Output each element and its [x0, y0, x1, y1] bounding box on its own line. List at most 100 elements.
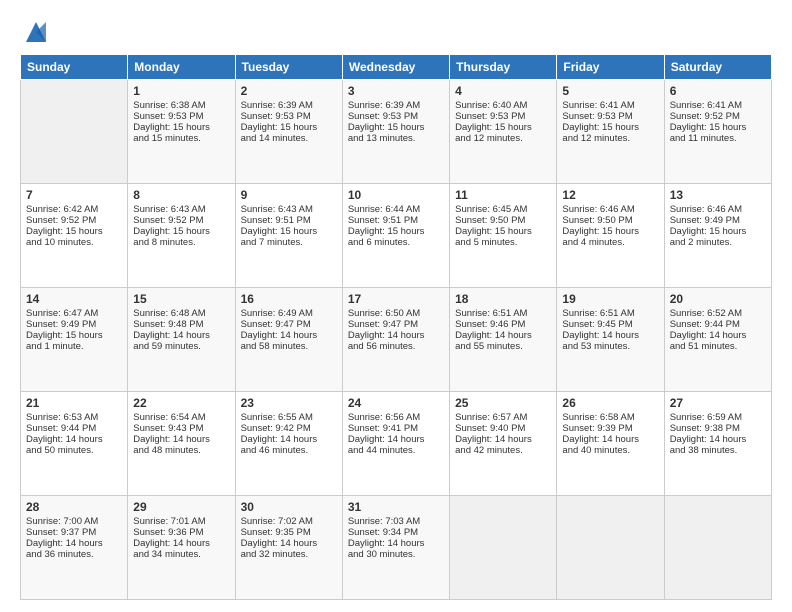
day-info: Sunrise: 6:47 AM	[26, 308, 122, 319]
day-info: Sunset: 9:51 PM	[348, 215, 444, 226]
day-info: and 15 minutes.	[133, 133, 229, 144]
day-cell: 30Sunrise: 7:02 AMSunset: 9:35 PMDayligh…	[235, 496, 342, 600]
day-info: Sunrise: 6:49 AM	[241, 308, 337, 319]
day-cell: 12Sunrise: 6:46 AMSunset: 9:50 PMDayligh…	[557, 184, 664, 288]
calendar-table: SundayMondayTuesdayWednesdayThursdayFrid…	[20, 54, 772, 600]
day-info: Sunset: 9:38 PM	[670, 423, 766, 434]
day-cell: 2Sunrise: 6:39 AMSunset: 9:53 PMDaylight…	[235, 80, 342, 184]
day-info: and 40 minutes.	[562, 445, 658, 456]
day-info: Sunrise: 6:52 AM	[670, 308, 766, 319]
day-info: and 30 minutes.	[348, 549, 444, 560]
day-number: 28	[26, 500, 122, 514]
day-number: 21	[26, 396, 122, 410]
logo	[20, 18, 50, 46]
day-info: Sunset: 9:53 PM	[348, 111, 444, 122]
day-info: Daylight: 15 hours	[241, 226, 337, 237]
day-info: Sunset: 9:39 PM	[562, 423, 658, 434]
day-number: 27	[670, 396, 766, 410]
day-number: 5	[562, 84, 658, 98]
day-info: Daylight: 14 hours	[26, 434, 122, 445]
day-info: Sunrise: 6:44 AM	[348, 204, 444, 215]
day-info: and 12 minutes.	[455, 133, 551, 144]
day-info: Sunset: 9:47 PM	[241, 319, 337, 330]
logo-icon	[22, 18, 50, 46]
day-number: 30	[241, 500, 337, 514]
day-info: Sunrise: 7:02 AM	[241, 516, 337, 527]
day-info: and 36 minutes.	[26, 549, 122, 560]
week-row-3: 14Sunrise: 6:47 AMSunset: 9:49 PMDayligh…	[21, 288, 772, 392]
day-cell	[450, 496, 557, 600]
day-info: Sunset: 9:53 PM	[241, 111, 337, 122]
day-cell: 10Sunrise: 6:44 AMSunset: 9:51 PMDayligh…	[342, 184, 449, 288]
day-cell	[557, 496, 664, 600]
day-info: Sunrise: 6:51 AM	[455, 308, 551, 319]
day-number: 20	[670, 292, 766, 306]
day-info: and 7 minutes.	[241, 237, 337, 248]
day-info: Sunset: 9:53 PM	[455, 111, 551, 122]
day-info: Daylight: 14 hours	[241, 330, 337, 341]
day-info: and 34 minutes.	[133, 549, 229, 560]
day-info: Daylight: 14 hours	[348, 330, 444, 341]
day-info: Sunrise: 6:42 AM	[26, 204, 122, 215]
day-info: Sunset: 9:49 PM	[670, 215, 766, 226]
day-info: Daylight: 15 hours	[26, 226, 122, 237]
day-info: Sunrise: 6:39 AM	[241, 100, 337, 111]
day-info: Daylight: 14 hours	[562, 434, 658, 445]
header-row: SundayMondayTuesdayWednesdayThursdayFrid…	[21, 55, 772, 80]
day-info: Sunset: 9:48 PM	[133, 319, 229, 330]
day-cell: 11Sunrise: 6:45 AMSunset: 9:50 PMDayligh…	[450, 184, 557, 288]
day-cell: 17Sunrise: 6:50 AMSunset: 9:47 PMDayligh…	[342, 288, 449, 392]
day-info: Sunset: 9:43 PM	[133, 423, 229, 434]
day-number: 8	[133, 188, 229, 202]
day-cell: 9Sunrise: 6:43 AMSunset: 9:51 PMDaylight…	[235, 184, 342, 288]
day-info: Sunset: 9:52 PM	[670, 111, 766, 122]
day-info: and 5 minutes.	[455, 237, 551, 248]
day-cell	[21, 80, 128, 184]
day-info: Sunset: 9:47 PM	[348, 319, 444, 330]
day-info: Daylight: 14 hours	[241, 434, 337, 445]
day-cell: 18Sunrise: 6:51 AMSunset: 9:46 PMDayligh…	[450, 288, 557, 392]
header-cell-monday: Monday	[128, 55, 235, 80]
day-info: Daylight: 15 hours	[670, 122, 766, 133]
day-info: and 58 minutes.	[241, 341, 337, 352]
day-cell: 24Sunrise: 6:56 AMSunset: 9:41 PMDayligh…	[342, 392, 449, 496]
day-info: Daylight: 15 hours	[455, 226, 551, 237]
day-info: Sunrise: 6:43 AM	[133, 204, 229, 215]
header-cell-sunday: Sunday	[21, 55, 128, 80]
day-info: Sunset: 9:37 PM	[26, 527, 122, 538]
day-cell: 25Sunrise: 6:57 AMSunset: 9:40 PMDayligh…	[450, 392, 557, 496]
day-number: 7	[26, 188, 122, 202]
day-cell: 6Sunrise: 6:41 AMSunset: 9:52 PMDaylight…	[664, 80, 771, 184]
day-info: Sunset: 9:40 PM	[455, 423, 551, 434]
day-info: Daylight: 14 hours	[133, 434, 229, 445]
day-info: Daylight: 15 hours	[562, 122, 658, 133]
day-info: Daylight: 14 hours	[670, 330, 766, 341]
day-info: and 38 minutes.	[670, 445, 766, 456]
day-cell: 13Sunrise: 6:46 AMSunset: 9:49 PMDayligh…	[664, 184, 771, 288]
day-cell: 27Sunrise: 6:59 AMSunset: 9:38 PMDayligh…	[664, 392, 771, 496]
day-info: Sunrise: 6:48 AM	[133, 308, 229, 319]
header-cell-thursday: Thursday	[450, 55, 557, 80]
day-info: Sunrise: 6:58 AM	[562, 412, 658, 423]
day-info: Sunrise: 6:46 AM	[670, 204, 766, 215]
day-number: 15	[133, 292, 229, 306]
day-info: Daylight: 14 hours	[562, 330, 658, 341]
day-info: Daylight: 15 hours	[348, 122, 444, 133]
day-info: and 2 minutes.	[670, 237, 766, 248]
day-info: Daylight: 15 hours	[241, 122, 337, 133]
day-number: 10	[348, 188, 444, 202]
day-info: and 44 minutes.	[348, 445, 444, 456]
day-info: Daylight: 14 hours	[26, 538, 122, 549]
day-info: and 51 minutes.	[670, 341, 766, 352]
day-info: Sunrise: 7:01 AM	[133, 516, 229, 527]
day-info: Sunset: 9:46 PM	[455, 319, 551, 330]
day-info: Daylight: 15 hours	[133, 226, 229, 237]
day-info: Sunrise: 6:45 AM	[455, 204, 551, 215]
day-number: 19	[562, 292, 658, 306]
week-row-2: 7Sunrise: 6:42 AMSunset: 9:52 PMDaylight…	[21, 184, 772, 288]
day-number: 18	[455, 292, 551, 306]
day-info: and 4 minutes.	[562, 237, 658, 248]
day-number: 3	[348, 84, 444, 98]
day-cell: 16Sunrise: 6:49 AMSunset: 9:47 PMDayligh…	[235, 288, 342, 392]
day-info: Sunrise: 7:03 AM	[348, 516, 444, 527]
